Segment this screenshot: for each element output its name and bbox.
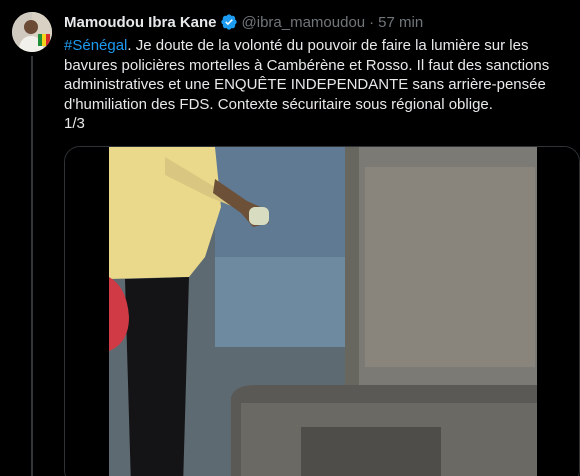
tweet-text-content: . Je doute de la volonté du pouvoir de f… <box>64 37 550 132</box>
video-thumbnail[interactable] <box>64 146 580 476</box>
tweet-timestamp[interactable]: 57 min <box>378 14 423 31</box>
verified-badge-icon[interactable] <box>220 13 238 31</box>
tweet[interactable]: Mamoudou Ibra Kane @ibra_mamoudou · 57 m… <box>0 0 580 476</box>
author-handle[interactable]: @ibra_mamoudou <box>242 14 366 31</box>
thread-connector-line <box>31 56 33 476</box>
header-separator: · <box>369 13 375 31</box>
author-avatar[interactable] <box>12 12 52 52</box>
tweet-text: #Sénégal. Je doute de la volonté du pouv… <box>64 36 570 134</box>
tweet-header: Mamoudou Ibra Kane @ibra_mamoudou · 57 m… <box>64 12 423 32</box>
author-display-name[interactable]: Mamoudou Ibra Kane <box>64 14 217 31</box>
hashtag-link[interactable]: #Sénégal <box>64 37 127 54</box>
